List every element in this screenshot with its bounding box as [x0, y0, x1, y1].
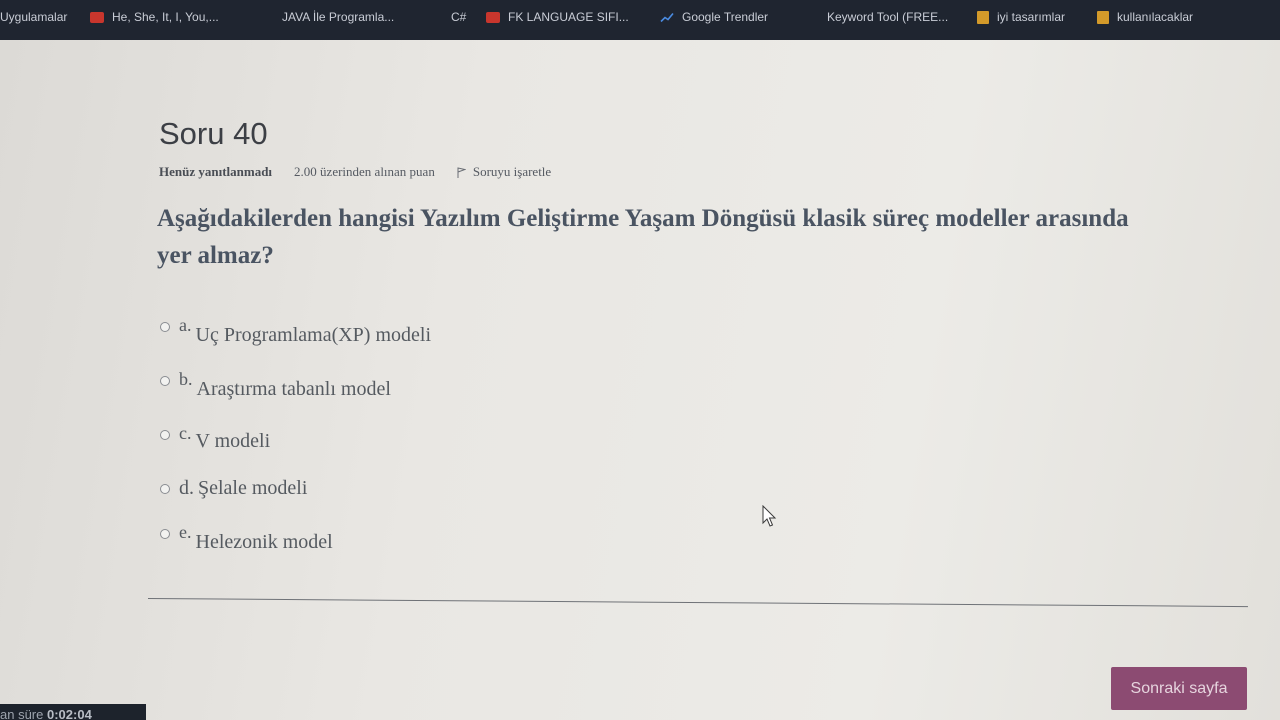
answer-option-a[interactable]: a. Uç Programlama(XP) modeli	[160, 315, 431, 347]
answer-radio[interactable]	[160, 322, 170, 332]
youtube-icon	[486, 11, 500, 23]
answer-text: V modeli	[195, 430, 271, 452]
answer-text: Helezonik model	[195, 531, 333, 553]
bookmark-label: Keyword Tool (FREE...	[827, 10, 949, 24]
bookmarks-bar: Uygulamalar He, She, It, I, You,... JAVA…	[0, 0, 1280, 40]
bookmark-label: iyi tasarımlar	[997, 10, 1066, 24]
answer-option-b[interactable]: b. Araştırma tabanlı model	[160, 369, 391, 401]
trends-icon	[660, 12, 674, 22]
youtube-icon	[90, 11, 104, 23]
answer-radio[interactable]	[160, 430, 170, 440]
bookmark-he-she-it[interactable]: He, She, It, I, You,...	[90, 10, 219, 24]
answer-status: Henüz yanıtlanmadı	[159, 164, 273, 179]
folder-icon	[1097, 10, 1109, 24]
answer-letter: e.	[179, 522, 192, 542]
answer-text: Şelale modeli	[198, 477, 308, 499]
bookmark-keyword-tool[interactable]: Keyword Tool (FREE...	[827, 10, 948, 24]
question-points: 2.00 üzerinden alınan puan	[294, 164, 435, 179]
folder-icon	[977, 10, 989, 24]
answer-option-d[interactable]: d. Şelale modeli	[160, 477, 307, 500]
answer-radio[interactable]	[160, 376, 170, 386]
flag-question-link[interactable]: Soruyu işaretle	[457, 164, 551, 180]
timer-label: an süre	[0, 707, 44, 720]
question-text: Aşağıdakilerden hangisi Yazılım Geliştir…	[157, 205, 1129, 269]
next-page-button[interactable]: Sonraki sayfa	[1111, 667, 1247, 710]
bookmark-csharp[interactable]: C#	[451, 10, 466, 24]
bookmark-label: kullanılacaklar	[1117, 10, 1194, 24]
flag-label: Soruyu işaretle	[472, 164, 552, 179]
bookmark-label: Uygulamalar	[0, 10, 68, 24]
answer-letter: a.	[179, 315, 192, 335]
bookmark-java[interactable]: JAVA İle Programla...	[282, 10, 394, 24]
time-remaining: an süre 0:02:04	[0, 704, 146, 720]
bookmark-label: He, She, It, I, You,...	[112, 10, 219, 24]
answer-letter: c.	[179, 423, 192, 443]
bookmark-label: C#	[451, 10, 467, 24]
bookmark-apps[interactable]: Uygulamalar	[0, 10, 67, 24]
answer-radio[interactable]	[160, 484, 170, 494]
answer-option-e[interactable]: e. Helezonik model	[160, 522, 333, 554]
bookmark-label: Google Trendler	[682, 10, 769, 24]
timer-value: 0:02:04	[47, 707, 92, 720]
bookmark-label: FK LANGUAGE SIFI...	[508, 10, 629, 24]
mouse-cursor-icon	[762, 505, 777, 527]
answer-option-c[interactable]: c. V modeli	[160, 423, 270, 453]
answer-text: Uç Programlama(XP) modeli	[195, 324, 432, 346]
question-info: Henüz yanıtlanmadı 2.00 üzerinden alınan…	[159, 164, 551, 180]
bookmark-google-trends[interactable]: Google Trendler	[660, 10, 768, 24]
answer-radio[interactable]	[160, 529, 170, 539]
answer-letter: b.	[179, 369, 193, 389]
question-title: Soru 40	[159, 116, 268, 151]
answer-text: Araştırma tabanlı model	[196, 378, 391, 400]
answer-letter: d.	[179, 477, 194, 499]
flag-icon	[457, 166, 466, 178]
bookmark-label: JAVA İle Programla...	[282, 10, 395, 24]
bookmark-iyi-tasarimlar[interactable]: iyi tasarımlar	[977, 10, 1065, 24]
bookmark-fk-language[interactable]: FK LANGUAGE SIFI...	[486, 10, 629, 24]
bookmark-kullanilacaklar[interactable]: kullanılacaklar	[1097, 10, 1193, 24]
